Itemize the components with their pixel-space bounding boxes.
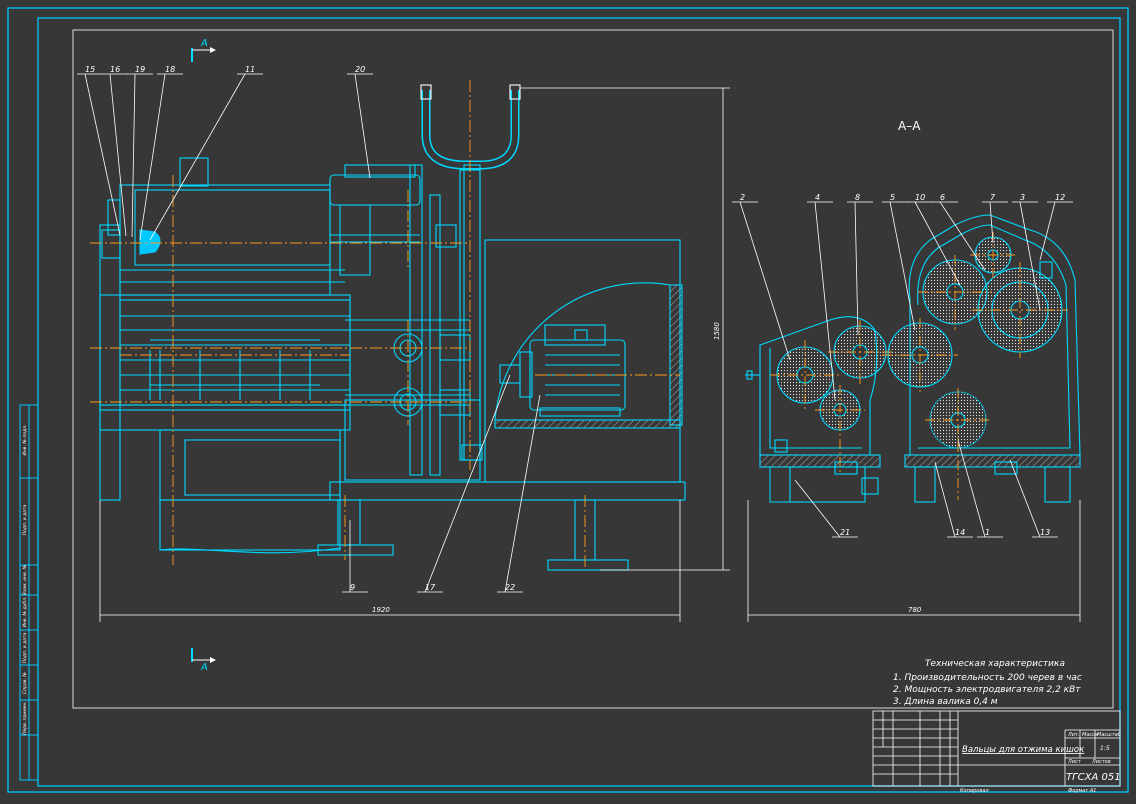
- section-part-label-4: 4: [815, 193, 820, 202]
- drawing-canvas: Инв. № подл. Подп. и дата Взам. инв. № Инв.…: [0, 0, 1136, 800]
- title-block-mass: Масса: [1082, 732, 1098, 738]
- section-part-leader-21: [794, 479, 841, 538]
- title-block-format: Формат А1: [1068, 788, 1096, 794]
- section-part-label-2: 2: [740, 193, 745, 202]
- title-block-copied: Копировал: [960, 788, 989, 794]
- main-part-leader-20: [354, 73, 371, 179]
- tech-spec: Техническая характеристика 1. Производит…: [893, 659, 1082, 707]
- section-part-label-21: 21: [840, 528, 850, 537]
- section-part-label-12: 12: [1055, 193, 1065, 202]
- side-stamp-label: Подп. и дата: [22, 632, 28, 663]
- section-rollers: [776, 236, 1063, 449]
- section-mark-top-label: A: [200, 38, 208, 49]
- side-stamp-labels: Инв. № подл. Подп. и дата Взам. инв. № Инв.…: [22, 424, 28, 734]
- title-block-scale-value: 1:5: [1100, 745, 1110, 752]
- technical-drawing: Инв. № подл. Подп. и дата Взам. инв. № Инв.…: [7, 7, 1129, 794]
- main-view: [99, 84, 686, 571]
- main-part-label-20: 20: [355, 65, 365, 74]
- dimension-section-width: 780: [908, 606, 922, 614]
- section-part-label-14: 14: [955, 528, 965, 537]
- tech-spec-item: 1. Производительность 200 черев в час: [893, 673, 1082, 683]
- section-mark-top: A: [191, 38, 216, 62]
- main-part-leader-17: [424, 374, 511, 593]
- tech-spec-item: 3. Длина валика 0,4 м: [893, 697, 998, 707]
- title-block-code: ТГСХА 051: [1066, 772, 1121, 783]
- main-part-leader-18: [139, 73, 166, 241]
- main-part-leader-15: [84, 73, 121, 236]
- title-block-text: Вальцы для отжима кишок ТГСХА 051 Лит. М…: [960, 732, 1121, 794]
- title-block-name: Вальцы для отжима кишок: [962, 745, 1085, 755]
- section-part-leader-13: [1009, 459, 1041, 538]
- section-part-label-8: 8: [855, 193, 860, 202]
- title-block-sheets: Листов: [1091, 759, 1111, 765]
- main-part-label-9: 9: [350, 583, 355, 592]
- section-part-leader-8: [854, 201, 859, 336]
- side-stamp-label: Взам. инв. №: [22, 564, 28, 595]
- dimension-main-height: 1580: [713, 322, 721, 340]
- main-part-label-19: 19: [135, 65, 145, 74]
- tech-spec-item: 2. Мощность электродвигателя 2,2 кВт: [893, 685, 1081, 695]
- tech-spec-title: Техническая характеристика: [925, 659, 1065, 669]
- section-part-label-1: 1: [985, 528, 990, 537]
- title-block-scale: Масштаб: [1097, 732, 1121, 738]
- section-mark-bottom-label: A: [200, 662, 208, 673]
- main-part-label-22: 22: [505, 583, 515, 592]
- section-dimensions: [747, 500, 1081, 622]
- section-part-label-6: 6: [940, 193, 945, 202]
- main-part-label-18: 18: [165, 65, 175, 74]
- main-part-label-15: 15: [85, 65, 95, 74]
- main-part-label-11: 11: [245, 65, 255, 74]
- section-part-label-13: 13: [1040, 528, 1050, 537]
- section-part-label-5: 5: [890, 193, 895, 202]
- side-stamp-label: Инв. № дубл.: [22, 597, 28, 628]
- main-part-label-17: 17: [425, 583, 436, 592]
- title-block-lit: Лит.: [1067, 732, 1080, 738]
- main-part-leader-16: [109, 73, 127, 237]
- side-stamp-label: Перв. примен.: [22, 701, 28, 735]
- dimension-main-width: 1920: [372, 606, 390, 614]
- main-part-leader-11: [149, 73, 246, 241]
- section-part-leader-5: [889, 201, 916, 331]
- section-part-leader-14: [934, 461, 956, 538]
- main-part-label-16: 16: [110, 65, 120, 74]
- title-block-sheet: Лист: [1067, 759, 1082, 765]
- side-stamp-label: Справ. №: [22, 672, 28, 694]
- side-stamp-label: Подп. и дата: [22, 504, 28, 535]
- section-mark-bottom: A: [191, 648, 216, 673]
- section-part-leader-2: [739, 201, 791, 361]
- section-part-label-7: 7: [990, 193, 996, 202]
- side-stamp-label: Инв. № подл.: [22, 424, 28, 455]
- section-title: А–А: [898, 119, 921, 133]
- section-part-label-3: 3: [1020, 193, 1025, 202]
- section-part-label-10: 10: [915, 193, 925, 202]
- section-part-leader-12: [1039, 201, 1056, 261]
